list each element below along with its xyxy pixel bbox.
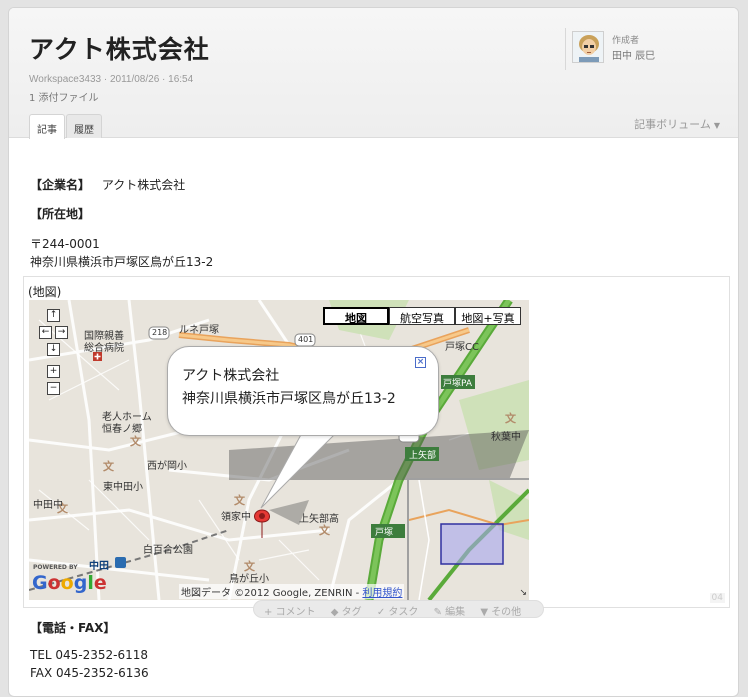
comment-label: コメント: [275, 607, 316, 618]
map-label-higashinakada: 東中田小: [103, 482, 143, 493]
powered-by-label: POWERED BY: [33, 564, 78, 571]
overview-map[interactable]: ↘: [407, 478, 529, 600]
postal-code: 〒244-0001: [30, 237, 100, 251]
map-viewport[interactable]: 文 文 文 文 文 文 文 国際親善 総合病院 ルネ戸塚 218 401 老人ホ…: [29, 300, 529, 600]
map-label-park: 白百合公園: [143, 545, 193, 556]
overview-toggle-icon[interactable]: ↘: [519, 588, 527, 598]
tel-text: TEL 045-2352-6118: [30, 648, 149, 662]
map-section: (地図) 文 文 文 文 文 文 文 国際親善 総合病院 ルネ戸塚 218 40…: [23, 276, 730, 608]
map-label-kamiyabe: 上矢部高: [299, 514, 339, 525]
tag-label: タグ: [341, 607, 362, 618]
task-label: タスク: [388, 607, 419, 618]
map-label-ryoke: 領家中: [221, 512, 251, 523]
map-label-torigaoka: 鳥が丘小: [229, 574, 269, 585]
info-window-address: 神奈川県横浜市戸塚区鳥が丘13-2: [182, 391, 396, 407]
zoom-in-button[interactable]: +: [47, 365, 60, 378]
phone-label: 【電話・FAX】: [30, 621, 116, 635]
fax-text: FAX 045-2352-6136: [30, 666, 149, 680]
author-role: 作成者: [612, 36, 640, 46]
map-label-hospital: 国際親善 総合病院: [84, 331, 124, 354]
map-type-hybrid[interactable]: 地図+写真: [455, 307, 521, 325]
svg-text:文: 文: [234, 493, 246, 507]
map-label-lupino: ルネ戸塚: [179, 325, 219, 336]
edit-label: 編集: [445, 607, 466, 618]
map-type-satellite[interactable]: 航空写真: [389, 307, 455, 325]
map-attribution: 地図データ ©2012 Google, ZENRIN - 利用規約: [179, 584, 405, 599]
task-button[interactable]: ✓ タスク: [377, 607, 425, 618]
pan-down-button[interactable]: ↓: [47, 343, 60, 356]
svg-text:文: 文: [103, 459, 115, 473]
company-row: 【企業名】 アクト株式会社: [30, 176, 185, 193]
overview-map-tiles: [409, 480, 529, 600]
svg-text:文: 文: [505, 411, 517, 425]
zoom-out-button[interactable]: −: [47, 382, 60, 395]
tab-history[interactable]: 履歴: [66, 114, 102, 138]
map-label-nishigaoka: 西が岡小: [147, 461, 187, 472]
author-block: 作成者 田中 辰巳: [565, 28, 731, 70]
google-logo: Google: [32, 572, 107, 594]
edit-button[interactable]: ✎ 編集: [434, 607, 472, 618]
article-toolbar: + コメント ◆ タグ ✓ タスク ✎ 編集 ▼ その他: [253, 600, 545, 618]
author-name[interactable]: 田中 辰巳: [612, 47, 655, 62]
triangle-down-icon: ▼: [713, 121, 720, 130]
route-shield-401: 401: [298, 335, 314, 344]
article-meta: Workspace3433 · 2011/08/26 · 16:54: [29, 74, 194, 85]
address-text: 神奈川県横浜市戸塚区鳥が丘13-2: [30, 255, 214, 269]
company-label: 【企業名】: [30, 178, 91, 192]
tab-article[interactable]: 記事: [29, 114, 65, 139]
map-type-map[interactable]: 地図: [323, 307, 389, 325]
close-icon[interactable]: ×: [415, 357, 426, 368]
map-attribution-text: 地図データ ©2012 Google, ZENRIN -: [181, 588, 363, 599]
map-label-hirado-gc: 戸塚CC: [445, 342, 479, 353]
more-label: その他: [491, 607, 522, 618]
map-info-window: × アクト株式会社 神奈川県横浜市戸塚区鳥が丘13-2: [167, 346, 439, 436]
address-label: 【所在地】: [30, 207, 91, 221]
article-title: アクト株式会社: [29, 35, 210, 64]
author-avatar[interactable]: [572, 31, 604, 63]
pan-left-button[interactable]: ←: [39, 326, 52, 339]
map-caption: (地図): [28, 285, 62, 299]
article-volume-label: 記事ボリューム: [634, 118, 711, 131]
article-card: アクト株式会社 Workspace3433 · 2011/08/26 · 16:…: [8, 7, 739, 697]
page-number: 04: [709, 593, 725, 603]
pan-up-button[interactable]: ↑: [47, 309, 60, 322]
tag-button[interactable]: ◆ タグ: [331, 607, 368, 618]
article-volume-dropdown[interactable]: 記事ボリューム ▼: [634, 116, 720, 132]
company-value: アクト株式会社: [101, 178, 186, 192]
comment-button[interactable]: + コメント: [264, 607, 322, 618]
attachments-link[interactable]: 1 添付ファイル: [29, 89, 99, 104]
map-label-nakada-station: 中田: [89, 561, 109, 572]
map-label-nursing-home: 老人ホーム 恒春ノ郷: [102, 412, 152, 435]
article-header: アクト株式会社 Workspace3433 · 2011/08/26 · 16:…: [9, 8, 738, 139]
info-window-title: アクト株式会社: [182, 368, 280, 384]
route-shield-218: 218: [152, 328, 168, 337]
map-label-nakada-m: 中田中: [33, 500, 63, 511]
svg-text:文: 文: [319, 523, 331, 537]
pan-right-button[interactable]: →: [55, 326, 68, 339]
highway-sign-yabe: 上矢部: [409, 451, 437, 461]
highway-sign-totsuka: 戸塚: [375, 528, 394, 538]
highway-sign-totsuka-pa: 戸塚PA: [443, 379, 473, 389]
more-button[interactable]: ▼ その他: [480, 607, 527, 618]
map-label-akiba: 秋葉中: [491, 432, 521, 443]
svg-text:文: 文: [130, 434, 142, 448]
terms-link[interactable]: 利用規約: [362, 588, 402, 599]
